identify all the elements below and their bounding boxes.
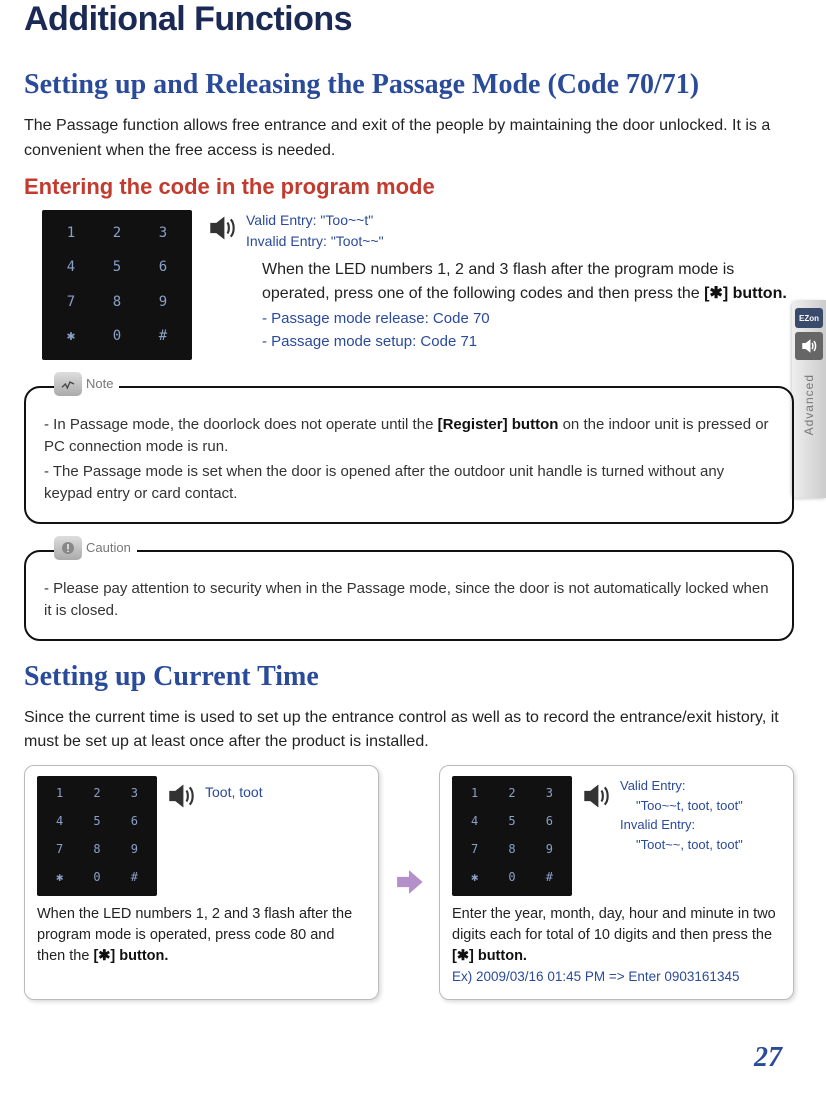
caution-icon: [54, 536, 82, 560]
step2-invalid-val: "Toot~~, toot, toot": [620, 835, 743, 855]
keypad-key: 6: [533, 810, 566, 834]
step1-sound: Toot, toot: [205, 782, 263, 803]
speaker-icon: [795, 332, 823, 360]
star-button-label: [✱] button.: [452, 948, 527, 964]
keypad-key: 2: [80, 782, 113, 806]
keypad-key: 3: [142, 218, 184, 249]
keypad-key: #: [142, 321, 184, 352]
arrow-right-icon: [391, 765, 427, 1000]
keypad-key: 8: [96, 287, 138, 318]
speaker-icon: [206, 212, 238, 249]
step2-example: Ex) 2009/03/16 01:45 PM => Enter 0903161…: [452, 967, 781, 987]
page-title: Additional Functions: [24, 0, 794, 39]
side-tab-advanced: EZon Advanced: [792, 300, 826, 498]
keypad-key: 4: [458, 810, 491, 834]
keypad-key: 5: [96, 252, 138, 283]
section2-intro: Since the current time is used to set up…: [24, 706, 794, 756]
keypad-key: 0: [96, 321, 138, 352]
keypad-image: 123 456 789 ✱0#: [37, 776, 157, 896]
register-button-label: [Register] button: [438, 416, 559, 433]
keypad-key: 0: [80, 866, 113, 890]
caution-label: Caution: [86, 538, 131, 558]
step2-valid-val: "Too~~t, toot, toot": [620, 796, 743, 816]
keypad-key: 2: [96, 218, 138, 249]
keypad-key: 8: [495, 838, 528, 862]
speaker-icon: [165, 780, 197, 819]
keypad-key: 7: [43, 838, 76, 862]
valid-entry-text: Valid Entry: "Too~~t": [246, 210, 384, 231]
invalid-entry-text: Invalid Entry: "Toot~~": [246, 231, 384, 252]
keypad-key: 7: [458, 838, 491, 862]
speaker-icon: [580, 780, 612, 819]
keypad-key: #: [533, 866, 566, 890]
code-line-70: - Passage mode release: Code 70: [262, 307, 794, 330]
page-number: 27: [754, 1042, 782, 1074]
step1-text: When the LED numbers 1, 2 and 3 flash af…: [37, 906, 352, 964]
section1-intro: The Passage function allows free entranc…: [24, 114, 794, 164]
side-tab-label: Advanced: [802, 374, 816, 435]
keypad-key: 3: [118, 782, 151, 806]
keypad-key: 3: [533, 782, 566, 806]
note-line2: - The Passage mode is set when the door …: [44, 461, 774, 506]
keypad-key: 6: [118, 810, 151, 834]
keypad-key: ✱: [50, 321, 92, 352]
keypad-image: 123 456 789 ✱0#: [24, 210, 192, 360]
keypad-key: 2: [495, 782, 528, 806]
keypad-key: 1: [458, 782, 491, 806]
keypad-image: 123 456 789 ✱0#: [452, 776, 572, 896]
keypad-key: 9: [533, 838, 566, 862]
step2-text: Enter the year, month, day, hour and min…: [452, 906, 776, 943]
section2-title: Setting up Current Time: [24, 659, 794, 694]
keypad-key: 7: [50, 287, 92, 318]
keypad-key: 1: [43, 782, 76, 806]
code-line-71: - Passage mode setup: Code 71: [262, 330, 794, 353]
brand-badge: EZon: [795, 308, 823, 328]
keypad-key: 0: [495, 866, 528, 890]
note-line1a: - In Passage mode, the doorlock does not…: [44, 416, 438, 433]
step1-card: 123 456 789 ✱0# Toot, toot When the LED num…: [24, 765, 379, 1000]
keypad-key: 9: [118, 838, 151, 862]
note-callout: Note - In Passage mode, the doorlock doe…: [24, 386, 794, 524]
step2-card: 123 456 789 ✱0# Valid Entry: "Too~~t, toot,…: [439, 765, 794, 1000]
keypad-key: #: [118, 866, 151, 890]
keypad-key: 5: [495, 810, 528, 834]
section1-subheading: Entering the code in the program mode: [24, 174, 794, 200]
keypad-key: 4: [50, 252, 92, 283]
star-button-label: [✱] button.: [704, 285, 787, 302]
caution-line1: - Please pay attention to security when …: [44, 578, 774, 623]
keypad-key: ✱: [43, 866, 76, 890]
section1-title: Setting up and Releasing the Passage Mod…: [24, 67, 794, 102]
keypad-key: 6: [142, 252, 184, 283]
step2-valid-label: Valid Entry:: [620, 776, 743, 796]
caution-callout: Caution - Please pay attention to securi…: [24, 550, 794, 641]
keypad-key: 1: [50, 218, 92, 249]
keypad-key: ✱: [458, 866, 491, 890]
note-label: Note: [86, 374, 113, 394]
note-icon: [54, 372, 82, 396]
keypad-key: 9: [142, 287, 184, 318]
keypad-key: 4: [43, 810, 76, 834]
section1-body: When the LED numbers 1, 2 and 3 flash af…: [262, 261, 734, 303]
keypad-key: 5: [80, 810, 113, 834]
star-button-label: [✱] button.: [93, 948, 168, 964]
step2-invalid-label: Invalid Entry:: [620, 815, 743, 835]
keypad-key: 8: [80, 838, 113, 862]
